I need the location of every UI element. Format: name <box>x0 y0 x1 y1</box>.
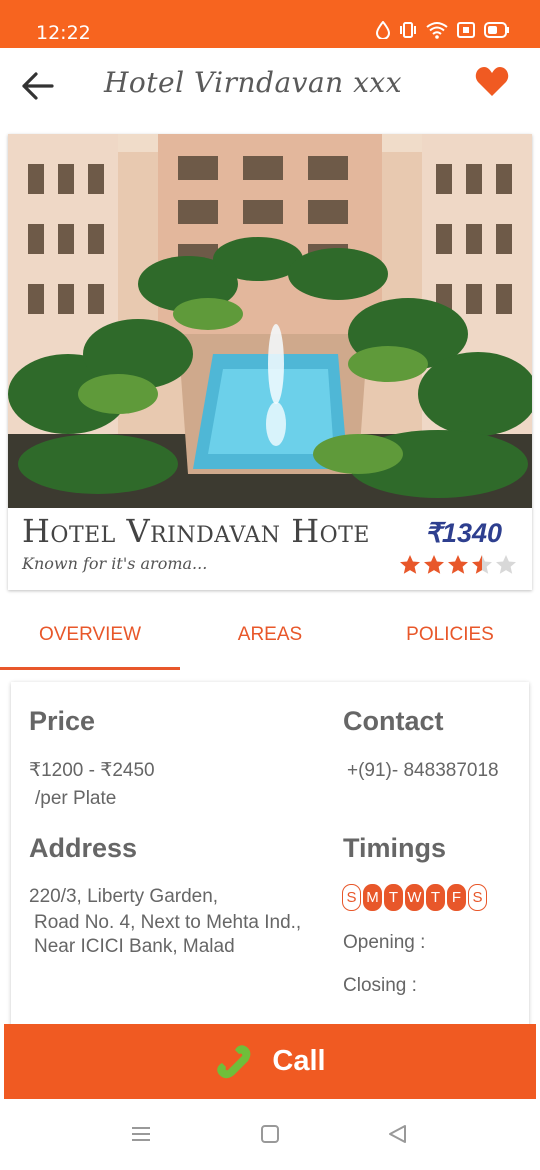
day-sunday: S <box>342 884 361 911</box>
price-unit: /per Plate <box>35 788 117 809</box>
rating-stars <box>399 554 517 575</box>
triangle-back-icon <box>389 1125 406 1143</box>
contact-heading: Contact <box>343 706 444 736</box>
price-range: ₹1200 - ₹2450 <box>29 760 155 781</box>
heart-icon <box>475 67 509 96</box>
address-line-1: 220/3, Liberty Garden, <box>29 886 219 907</box>
tab-areas[interactable]: AREAS <box>180 600 360 670</box>
call-button[interactable]: Call <box>4 1024 536 1099</box>
phone-icon <box>217 1044 251 1078</box>
day-thursday: T <box>426 884 445 911</box>
app-bar: Hotel Virndavan xxx <box>0 48 540 126</box>
vibrate-icon <box>400 22 416 38</box>
status-bar: 12:22 <box>0 0 540 48</box>
weekday-indicators: S M T W T F S <box>342 884 489 911</box>
star-icon <box>472 555 492 574</box>
star-icon <box>496 555 516 574</box>
timings-heading: Timings <box>343 833 447 863</box>
hotel-photo <box>8 134 532 508</box>
tab-overview[interactable]: OVERVIEW <box>0 600 180 670</box>
star-icon <box>424 555 444 574</box>
day-tuesday: T <box>384 884 403 911</box>
star-icon <box>448 555 468 574</box>
status-time: 12:22 <box>36 22 91 44</box>
home-square-icon <box>261 1125 279 1143</box>
day-friday: F <box>447 884 466 911</box>
arrow-left-icon <box>22 72 54 100</box>
battery-icon <box>484 22 509 38</box>
hotel-name: Hotel Vrindavan Hote <box>22 512 370 550</box>
home-button[interactable] <box>259 1124 281 1149</box>
menu-button[interactable] <box>130 1124 152 1149</box>
day-saturday: S <box>468 884 487 911</box>
nav-back-button[interactable] <box>386 1124 408 1149</box>
contact-phone[interactable]: +(91)- 848387018 <box>347 758 515 783</box>
hotel-tagline: Known for it's aroma... <box>22 554 208 573</box>
address-line-3: Near ICICI Bank, Malad <box>34 936 235 957</box>
call-label: Call <box>272 1045 326 1077</box>
app-title: Hotel Virndavan xxx <box>104 66 402 99</box>
tab-policies[interactable]: POLICIES <box>360 600 540 670</box>
do-not-disturb-icon <box>376 21 390 39</box>
opening-label: Opening : <box>343 932 426 953</box>
details-card: Price ₹1200 - ₹2450 /per Plate Contact +… <box>11 682 529 1042</box>
back-button[interactable] <box>18 66 58 106</box>
tab-bar: OVERVIEW AREAS POLICIES <box>0 600 540 670</box>
wifi-icon <box>426 22 448 39</box>
day-wednesday: W <box>405 884 424 911</box>
hotel-price: ₹1340 <box>424 518 502 548</box>
day-monday: M <box>363 884 382 911</box>
hotel-hero-card[interactable]: Hotel Vrindavan Hote Known for it's arom… <box>8 134 532 590</box>
price-heading: Price <box>29 706 96 736</box>
sim-icon <box>457 22 475 38</box>
system-nav-bar <box>0 1100 540 1170</box>
menu-icon <box>132 1127 150 1141</box>
address-heading: Address <box>29 833 138 863</box>
star-icon <box>400 555 420 574</box>
closing-label: Closing : <box>343 975 417 996</box>
tab-indicator <box>0 667 180 670</box>
address-line-2: Road No. 4, Next to Mehta Ind., <box>34 912 302 933</box>
status-icons <box>376 21 510 39</box>
favorite-button[interactable] <box>474 64 510 100</box>
